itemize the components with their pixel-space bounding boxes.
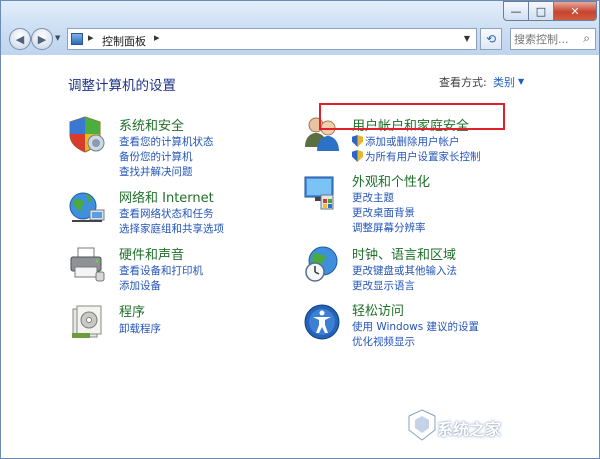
view-by-label: 查看方式: [439, 76, 487, 89]
back-arrow-icon: ◀ [15, 32, 25, 46]
search-icon[interactable]: ⌕ [583, 31, 590, 46]
minimize-button[interactable]: — [503, 1, 529, 21]
link-view-computer-status[interactable]: 查看您的计算机状态 [119, 134, 214, 149]
link-change-keyboard[interactable]: 更改键盘或其他输入法 [352, 263, 457, 278]
link-add-remove-accounts[interactable]: 添加或删除用户帐户 [352, 134, 460, 149]
appearance-icon[interactable] [303, 173, 341, 211]
search-box[interactable]: ⌕ [510, 28, 596, 50]
category-title-clock-region[interactable]: 时钟、语言和区域 [352, 244, 456, 263]
link-add-device[interactable]: 添加设备 [119, 278, 161, 293]
address-bar[interactable]: ▸ 控制面板 ▸ ▼ [67, 28, 477, 50]
category-title-system-security[interactable]: 系统和安全 [119, 115, 184, 134]
category-title-hardware-sound[interactable]: 硬件和声音 [119, 244, 184, 263]
ease-of-access-icon[interactable] [303, 303, 341, 341]
system-security-icon[interactable] [68, 115, 106, 153]
highlight-annotation [319, 103, 505, 130]
link-homegroup-sharing[interactable]: 选择家庭组和共享选项 [119, 221, 224, 236]
maximize-button[interactable]: □ [528, 1, 554, 21]
forward-arrow-icon: ▶ [37, 32, 47, 46]
page-title: 调整计算机的设置 [68, 78, 176, 94]
back-button[interactable]: ◀ [9, 28, 31, 50]
view-by-dropdown-icon[interactable]: ▼ [518, 77, 524, 86]
content-area: 调整计算机的设置 查看方式: 类别 ▼ 系统和安全 查看您的计算机状态 备份您的… [1, 55, 599, 458]
link-devices-printers[interactable]: 查看设备和打印机 [119, 263, 203, 278]
clock-language-icon[interactable] [303, 245, 341, 283]
link-optimize-video[interactable]: 优化视频显示 [352, 334, 415, 349]
category-title-appearance[interactable]: 外观和个性化 [352, 171, 430, 190]
search-input[interactable] [514, 31, 576, 47]
network-globe-icon[interactable] [68, 188, 106, 226]
category-title-programs[interactable]: 程序 [119, 301, 145, 320]
link-change-theme[interactable]: 更改主题 [352, 190, 394, 205]
programs-icon[interactable] [68, 303, 106, 341]
breadcrumb-control-panel[interactable]: 控制面板 [102, 33, 146, 49]
link-troubleshoot[interactable]: 查找并解决问题 [119, 164, 193, 179]
recent-pages-dropdown[interactable]: ▼ [55, 34, 60, 42]
uac-shield-icon [352, 135, 363, 147]
title-bar: — □ ✕ ◀ ▶ ▼ ▸ 控制面板 ▸ ▼ ⟲ ⌕ [1, 1, 599, 55]
link-parental-controls[interactable]: 为所有用户设置家长控制 [352, 149, 481, 164]
watermark-logo [408, 409, 436, 441]
watermark-text: 系统之家 [437, 420, 502, 439]
forward-button[interactable]: ▶ [31, 28, 53, 50]
category-title-network[interactable]: 网络和 Internet [119, 187, 214, 206]
close-button[interactable]: ✕ [553, 1, 597, 21]
category-title-ease-of-access[interactable]: 轻松访问 [352, 300, 404, 319]
breadcrumb-separator[interactable]: ▸ [154, 31, 160, 44]
control-panel-window: — □ ✕ ◀ ▶ ▼ ▸ 控制面板 ▸ ▼ ⟲ ⌕ 调整计算机的设置 查看方式… [0, 0, 600, 459]
breadcrumb-separator[interactable]: ▸ [88, 31, 94, 44]
address-dropdown-icon[interactable]: ▼ [464, 34, 470, 43]
control-panel-icon [71, 33, 83, 45]
link-screen-resolution[interactable]: 调整屏幕分辨率 [352, 220, 426, 235]
link-display-language[interactable]: 更改显示语言 [352, 278, 415, 293]
link-network-status[interactable]: 查看网络状态和任务 [119, 206, 214, 221]
link-backup-computer[interactable]: 备份您的计算机 [119, 149, 193, 164]
refresh-icon: ⟲ [485, 32, 497, 46]
refresh-button[interactable]: ⟲ [480, 28, 502, 50]
uac-shield-icon [352, 150, 363, 162]
view-by-selector[interactable]: 类别 [493, 74, 515, 90]
link-uninstall-program[interactable]: 卸载程序 [119, 321, 161, 336]
link-change-background[interactable]: 更改桌面背景 [352, 205, 415, 220]
link-recommended-settings[interactable]: 使用 Windows 建议的设置 [352, 319, 479, 334]
printer-icon[interactable] [68, 245, 106, 283]
